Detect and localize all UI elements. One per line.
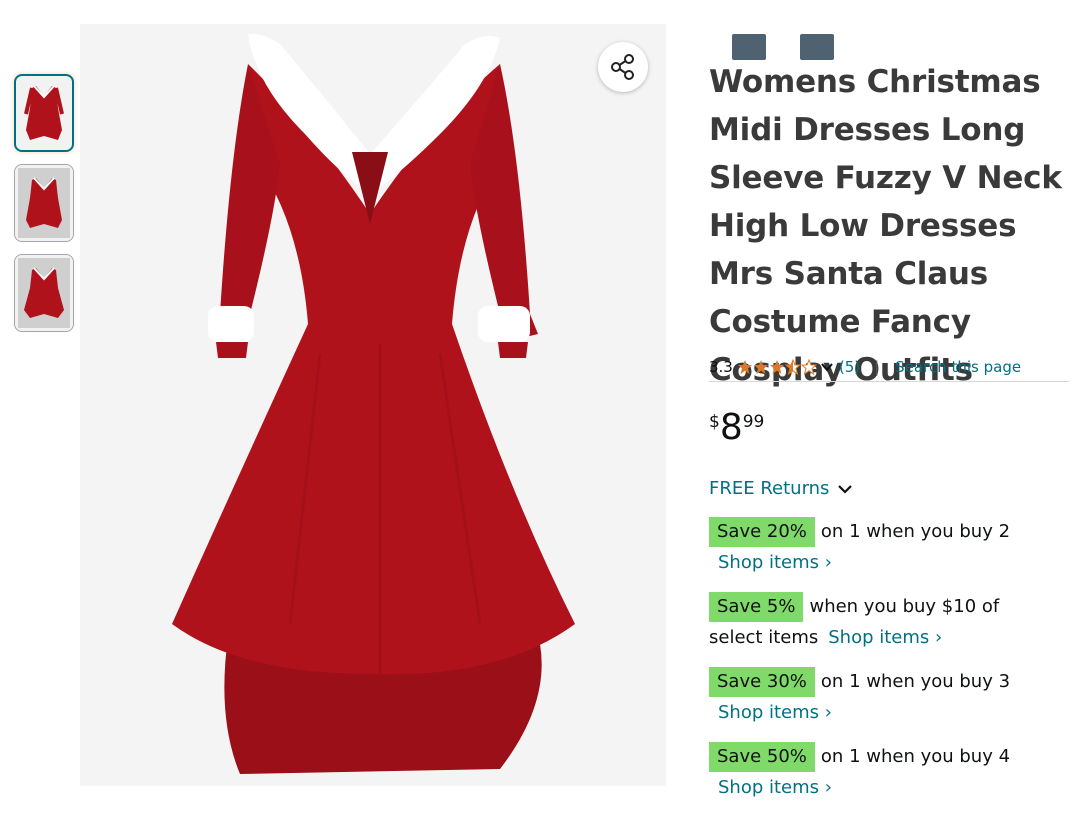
- star-half-icon: [784, 358, 801, 375]
- rating-stars[interactable]: [737, 358, 817, 375]
- swatch-2[interactable]: [800, 34, 834, 60]
- promotion-badge: Save 50%: [709, 742, 815, 772]
- promotion-text: on 1 when you buy 3: [820, 671, 1011, 692]
- chevron-down-icon[interactable]: [819, 359, 835, 375]
- thumbnail-3[interactable]: [14, 254, 74, 332]
- shop-items-link[interactable]: Shop items ›: [718, 552, 832, 573]
- shop-items-link[interactable]: Shop items ›: [718, 702, 832, 723]
- color-swatches: [732, 34, 834, 60]
- promotion-3: Save 30% on 1 when you buy 3 Shop items ›: [709, 666, 1069, 728]
- star-empty-icon: [800, 358, 817, 375]
- promotion-text: on 1 when you buy 4: [820, 746, 1011, 767]
- star-icon: [753, 359, 768, 374]
- promotion-text: when you buy $10 of: [809, 596, 1000, 617]
- promotion-2: Save 5% when you buy $10 of select items S…: [709, 591, 1069, 653]
- promotion-4: Save 50% on 1 when you buy 4 Shop items ›: [709, 741, 1069, 803]
- dress-thumbnail-image: [24, 85, 64, 140]
- divider: |: [874, 357, 880, 376]
- rating-row: 3.3 (5) | Search this page: [709, 352, 1069, 382]
- shop-items-link[interactable]: Shop items ›: [828, 627, 942, 648]
- search-this-page-link[interactable]: Search this page: [895, 358, 1021, 376]
- product-title: Womens Christmas Midi Dresses Long Sleev…: [709, 64, 1062, 388]
- promotion-text: on 1 when you buy 2: [820, 521, 1011, 542]
- price-fraction: 99: [742, 412, 765, 432]
- dress-image: [80, 24, 666, 786]
- chevron-down-icon: [838, 484, 853, 494]
- price: $ 8 99: [709, 406, 764, 450]
- shop-items-link[interactable]: Shop items ›: [718, 777, 832, 798]
- thumbnail-list: [14, 74, 74, 344]
- thumbnail-1[interactable]: [14, 74, 74, 152]
- main-product-image[interactable]: [80, 24, 666, 786]
- share-icon: [611, 54, 634, 80]
- share-button[interactable]: [598, 42, 648, 92]
- swatch-1[interactable]: [732, 34, 766, 60]
- dress-thumbnail-image: [18, 168, 70, 238]
- price-whole: 8: [719, 407, 743, 448]
- dress-thumbnail-image: [18, 258, 70, 328]
- promotion-badge: Save 5%: [709, 592, 804, 622]
- star-icon: [737, 359, 752, 374]
- rating-count-link[interactable]: (5): [839, 358, 860, 376]
- free-returns-link[interactable]: FREE Returns: [709, 478, 855, 499]
- thumbnail-2[interactable]: [14, 164, 74, 242]
- promotion-1: Save 20% on 1 when you buy 2 Shop items ›: [709, 516, 1069, 578]
- price-symbol: $: [709, 412, 720, 432]
- promotion-badge: Save 30%: [709, 667, 815, 697]
- rating-value: 3.3: [709, 357, 733, 376]
- free-returns-label: FREE Returns: [709, 478, 830, 499]
- promotion-text-continued: select items: [709, 627, 819, 648]
- promotion-badge: Save 20%: [709, 517, 815, 547]
- star-icon: [769, 359, 784, 374]
